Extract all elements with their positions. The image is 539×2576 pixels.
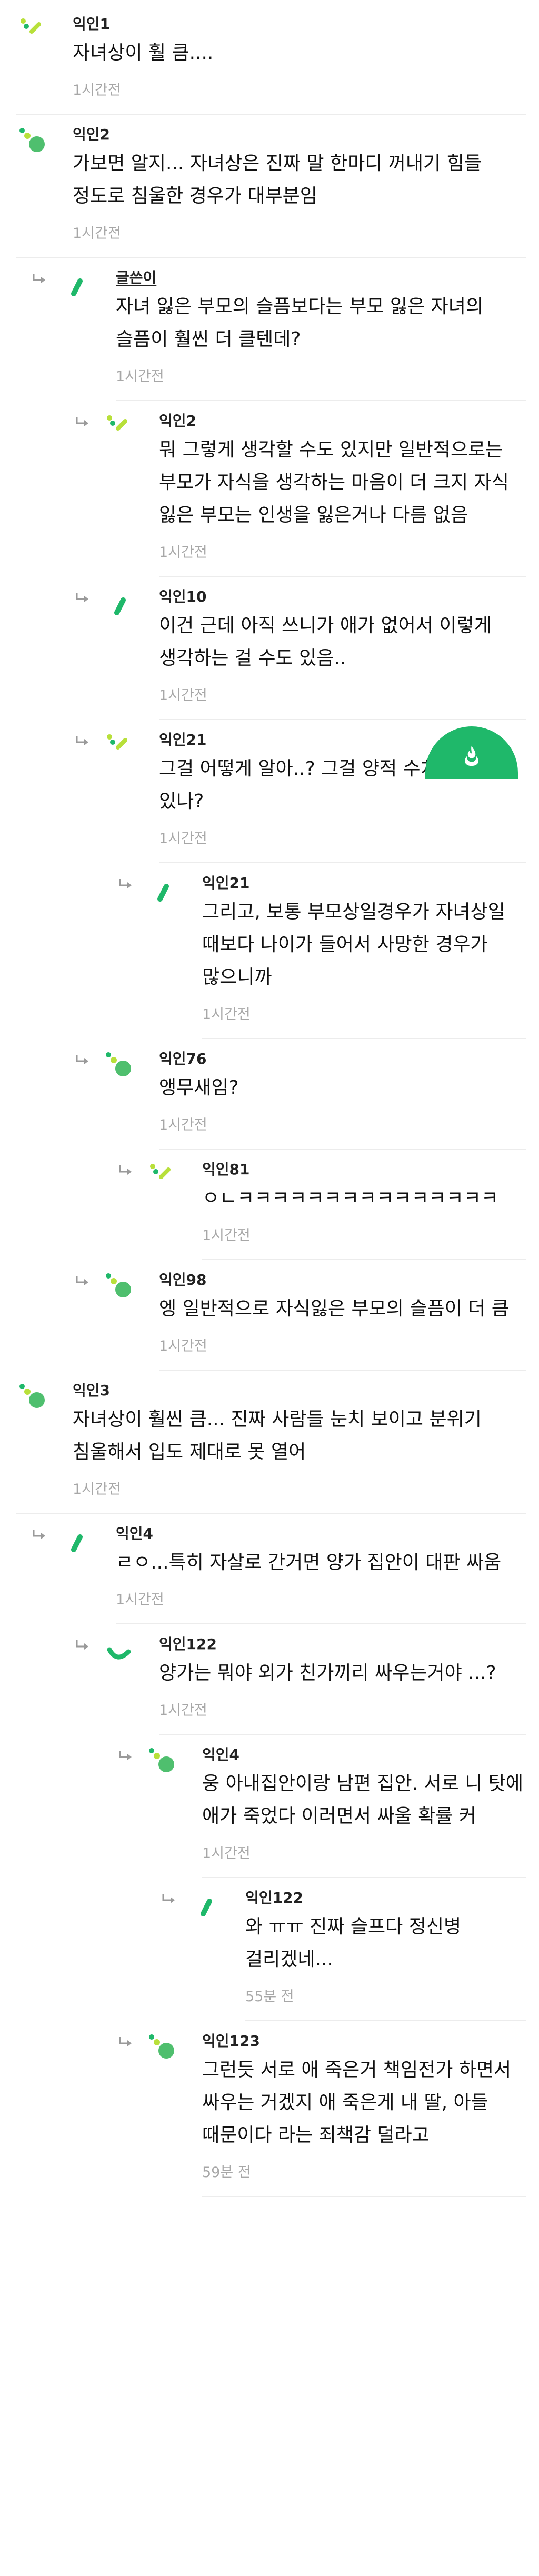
comment-time: 59분 전 (202, 2164, 251, 2181)
comment-item[interactable]: 익인4 웅 아내집안이랑 남편 집안. 서로 니 탓에 애가 죽었다 이러면서 싸… (0, 1735, 539, 1878)
comment-item[interactable]: 익인2 뭐 그렇게 생각할 수도 있지만 일반적으로는 부모가 자식을 생각하는 … (0, 401, 539, 577)
comment-time: 1시간전 (159, 544, 207, 561)
comment-body: 웅 아내집안이랑 남편 집안. 서로 니 탓에 애가 죽었다 이러면서 싸울 확… (202, 1773, 524, 1827)
fire-icon (465, 745, 478, 766)
comment-time: 1시간전 (202, 1227, 251, 1244)
avatar-icon[interactable] (102, 1051, 134, 1084)
comment-time: 1시간전 (159, 1702, 207, 1719)
comment-body: 자녀상이 훨씬 큼... 진짜 사람들 눈치 보이고 분위기 침울해서 입도 제… (73, 1409, 482, 1463)
comment-item[interactable]: 익인98 엥 일반적으로 자식잃은 부모의 슬픔이 더 큼 1시간전 (0, 1260, 539, 1371)
avatar-icon[interactable] (145, 1746, 177, 1780)
reply-arrow-icon (75, 735, 91, 747)
comment-body: 양가는 뭐야 외가 친가끼리 싸우는거야 ...? (159, 1662, 496, 1684)
comment-author[interactable]: 익인1 (73, 14, 526, 35)
comment-author[interactable]: 익인81 (202, 1159, 526, 1180)
comment-body: 와 ㅠㅠ 진짜 슬프다 정신병 걸리겠네... (245, 1916, 462, 1970)
comment-item[interactable]: 익인1 자녀상이 훨 큼.... 1시간전 (0, 4, 539, 115)
comment-item[interactable]: 익인3 자녀상이 훨씬 큼... 진짜 사람들 눈치 보이고 분위기 침울해서 입… (0, 1371, 539, 1514)
comment-author[interactable]: 익인122 (159, 1634, 526, 1655)
avatar-icon[interactable] (102, 1636, 134, 1670)
comment-time: 1시간전 (159, 831, 207, 847)
avatar-icon[interactable] (102, 1272, 134, 1305)
reply-arrow-icon (75, 1054, 91, 1066)
comment-author[interactable]: 익인10 (159, 586, 526, 607)
comment-author[interactable]: 익인122 (245, 1888, 526, 1909)
comment-author[interactable]: 익인4 (202, 1744, 526, 1765)
comment-item[interactable]: 익인122 와 ㅠㅠ 진짜 슬프다 정신병 걸리겠네... 55분 전 (0, 1878, 539, 2021)
comment-item[interactable]: 익인2 가보면 알지... 자녀상은 진짜 말 한마디 꺼내기 힘들 정도로 침울… (0, 115, 539, 258)
comment-author[interactable]: 익인3 (73, 1380, 526, 1401)
comment-body: 이건 근데 아직 쓰니가 애가 없어서 이렇게 생각하는 걸 수도 있음.. (159, 615, 492, 669)
comment-item[interactable]: 익인4 ㄹㅇ...특히 자살로 간거면 양가 집안이 대판 싸움 1시간전 (0, 1514, 539, 1624)
avatar-icon[interactable] (188, 1890, 220, 1923)
avatar-icon[interactable] (102, 413, 134, 446)
avatar-icon[interactable] (59, 269, 91, 303)
comment-body: 자녀 잃은 부모의 슬픔보다는 부모 잃은 자녀의 슬픔이 훨씬 더 클텐데? (116, 296, 483, 350)
comment-body: ㄹㅇ...특히 자살로 간거면 양가 집안이 대판 싸움 (116, 1552, 502, 1573)
comment-body: 뭐 그렇게 생각할 수도 있지만 일반적으로는 부모가 자식을 생각하는 마음이… (159, 439, 509, 526)
comment-time: 1시간전 (116, 368, 164, 385)
reply-arrow-icon (118, 2036, 134, 2049)
comment-item[interactable]: 익인81 ㅇㄴㅋㅋㅋㅋㅋㅋㅋㅋㅋㅋㅋㅋㅋㅋㅋ 1시간전 (0, 1150, 539, 1260)
comment-item[interactable]: 익인123 그런듯 서로 애 죽은거 책임전가 하면서 싸우는 거겠지 애 죽은게… (0, 2021, 539, 2197)
comment-author[interactable]: 글쓴이 (116, 267, 526, 288)
reply-arrow-icon (32, 1529, 47, 1541)
avatar-icon[interactable] (16, 126, 47, 160)
comment-divider (202, 2196, 526, 2197)
comment-body: 그런듯 서로 애 죽은거 책임전가 하면서 싸우는 거겠지 애 죽은게 내 딸,… (202, 2059, 512, 2146)
comment-body: ㅇㄴㅋㅋㅋㅋㅋㅋㅋㅋㅋㅋㅋㅋㅋㅋㅋ (202, 1187, 499, 1209)
comment-time: 55분 전 (245, 1989, 294, 2005)
comment-time: 1시간전 (159, 687, 207, 704)
comment-item[interactable]: 익인76 앵무새임? 1시간전 (0, 1039, 539, 1150)
comment-time: 1시간전 (159, 1117, 207, 1133)
comment-list: 익인1 자녀상이 훨 큼.... 1시간전 익인2 가보면 알지... 자녀상은 진짜 … (0, 0, 539, 2218)
comment-author[interactable]: 익인98 (159, 1270, 526, 1291)
comment-time: 1시간전 (159, 1338, 207, 1354)
avatar-icon[interactable] (16, 16, 47, 49)
reply-arrow-icon (75, 416, 91, 428)
comment-item[interactable]: 익인10 이건 근데 아직 쓰니가 애가 없어서 이렇게 생각하는 걸 수도 있음… (0, 577, 539, 720)
reply-arrow-icon (75, 1639, 91, 1652)
reply-arrow-icon (118, 878, 134, 891)
comment-time: 1시간전 (116, 1592, 164, 1608)
comment-body: 앵무새임? (159, 1077, 239, 1099)
comment-author[interactable]: 익인2 (159, 411, 526, 432)
comment-body: 그리고, 보통 부모상일경우가 자녀상일 때보다 나이가 들어서 사망한 경우가… (202, 901, 505, 988)
avatar-icon[interactable] (59, 1525, 91, 1559)
comment-body: 엥 일반적으로 자식잃은 부모의 슬픔이 더 큼 (159, 1298, 509, 1320)
reply-arrow-icon (161, 1893, 177, 1905)
reply-arrow-icon (118, 1750, 134, 1762)
reply-arrow-icon (32, 273, 47, 285)
reply-arrow-icon (118, 1164, 134, 1177)
comment-item[interactable]: 익인21 그리고, 보통 부모상일경우가 자녀상일 때보다 나이가 들어서 사망한… (0, 863, 539, 1039)
comment-author[interactable]: 익인4 (116, 1523, 526, 1544)
comment-item[interactable]: 익인122 양가는 뭐야 외가 친가끼리 싸우는거야 ...? 1시간전 (0, 1624, 539, 1735)
avatar-icon[interactable] (145, 875, 177, 908)
comment-author[interactable]: 익인123 (202, 2031, 526, 2052)
avatar-icon[interactable] (102, 588, 134, 622)
comment-time: 1시간전 (202, 1006, 251, 1023)
comment-author[interactable]: 익인76 (159, 1049, 526, 1070)
avatar-icon[interactable] (16, 1382, 47, 1416)
reply-arrow-icon (75, 1275, 91, 1287)
comment-time: 1시간전 (73, 1481, 121, 1497)
avatar-icon[interactable] (145, 1161, 177, 1195)
comment-body: 가보면 알지... 자녀상은 진짜 말 한마디 꺼내기 힘들 정도로 침울한 경… (73, 153, 482, 207)
avatar-icon[interactable] (145, 2033, 177, 2066)
avatar-icon[interactable] (102, 732, 134, 765)
comment-author[interactable]: 익인2 (73, 124, 526, 145)
comment-time: 1시간전 (202, 1845, 251, 1862)
reply-arrow-icon (75, 592, 91, 604)
comment-item[interactable]: 글쓴이자녀 잃은 부모의 슬픔보다는 부모 잃은 자녀의 슬픔이 훨씬 더 클텐… (0, 258, 539, 401)
comment-time: 1시간전 (73, 82, 121, 98)
comment-time: 1시간전 (73, 225, 121, 242)
comment-body: 자녀상이 훨 큼.... (73, 42, 214, 64)
comment-author[interactable]: 익인21 (202, 873, 526, 894)
